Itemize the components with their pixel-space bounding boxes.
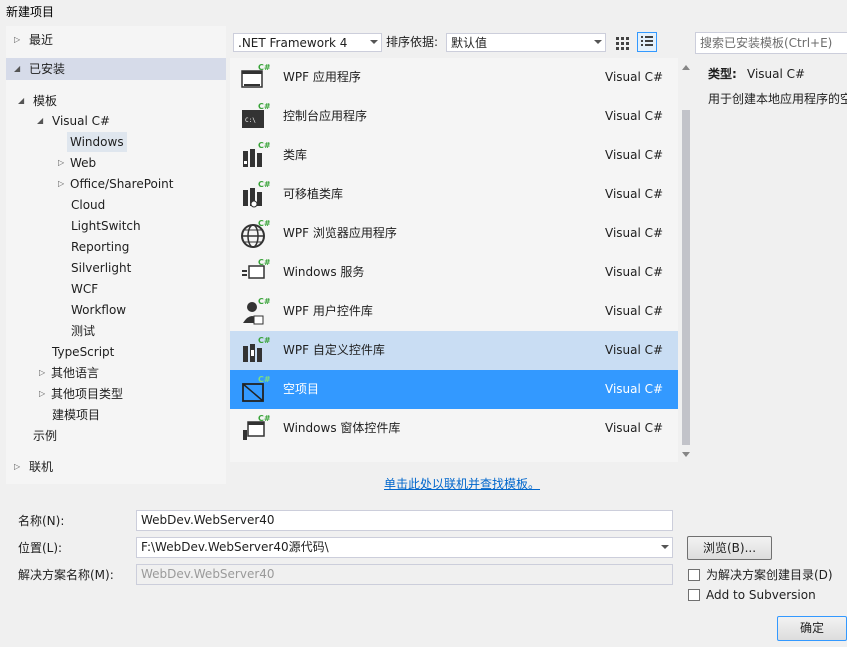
title-bar: 新建项目 [0, 0, 847, 22]
template-name: WPF 用户控件库 [283, 304, 373, 318]
template-language: Visual C# [605, 421, 664, 435]
template-language: Visual C# [605, 304, 664, 318]
template-row-class-library[interactable]: C# 类库 Visual C# [230, 136, 678, 175]
template-name: Windows 窗体控件库 [283, 421, 401, 435]
template-language: Visual C# [605, 187, 664, 201]
sort-select[interactable]: 默认值 [446, 33, 606, 52]
details-type-label: 类型: [708, 67, 737, 81]
expand-arrow-icon[interactable]: ▷ [39, 384, 49, 404]
svg-text:C#: C# [258, 219, 270, 228]
location-label: 位置(L): [18, 541, 63, 555]
template-language: Visual C# [605, 148, 664, 162]
location-select[interactable]: F:\WebDev.WebServer40源代码\ [136, 537, 673, 558]
name-label: 名称(N): [18, 514, 65, 528]
sort-label: 排序依据: [386, 35, 439, 49]
small-icons-view-button[interactable] [612, 32, 632, 52]
svg-text:C#: C# [258, 375, 270, 384]
details-description: 用于创建本地应用程序的空 [708, 92, 847, 106]
chevron-down-icon [370, 40, 378, 44]
chevron-down-icon [594, 40, 602, 44]
svg-text:C#: C# [258, 336, 270, 345]
template-language: Visual C# [605, 226, 664, 240]
expand-arrow-icon[interactable]: ▷ [58, 174, 68, 194]
svg-text:C#: C# [258, 102, 270, 111]
template-language: Visual C# [605, 382, 664, 396]
add-to-subversion-label: Add to Subversion [706, 588, 816, 602]
chevron-down-icon [661, 545, 669, 549]
scroll-down-icon[interactable] [682, 452, 690, 457]
collapse-arrow-icon[interactable]: ◢ [14, 59, 24, 79]
template-row-wpf-custom-control[interactable]: C# WPF 自定义控件库 Visual C# [230, 331, 678, 370]
svg-text:C#: C# [258, 258, 270, 267]
svg-text:C#: C# [258, 141, 270, 150]
window-title: 新建项目 [6, 5, 55, 19]
svg-text:C:\: C:\ [245, 117, 256, 124]
solution-name-label: 解决方案名称(M): [18, 568, 114, 582]
add-to-subversion-checkbox[interactable] [688, 589, 700, 601]
forms-control-icon: C# [243, 414, 270, 440]
empty-project-icon: C# [242, 375, 270, 402]
scroll-up-icon[interactable] [682, 65, 690, 70]
grid-view-icon [616, 37, 629, 50]
console-app-icon: C:\ C# [242, 102, 270, 128]
template-name: 可移植类库 [283, 187, 344, 201]
template-row-forms-control-library[interactable]: C# Windows 窗体控件库 Visual C# [230, 409, 678, 448]
framework-select[interactable]: .NET Framework 4 [233, 33, 382, 52]
template-row-console-app[interactable]: C:\ C# 控制台应用程序 Visual C# [230, 97, 678, 136]
template-language: Visual C# [605, 265, 664, 279]
windows-service-icon: C# [242, 258, 270, 279]
template-name: 类库 [283, 148, 308, 162]
template-row-wpf-app[interactable]: C# WPF 应用程序 Visual C# [230, 58, 678, 97]
expand-arrow-icon[interactable]: ▷ [58, 153, 68, 173]
collapse-arrow-icon[interactable]: ◢ [18, 91, 28, 111]
create-directory-checkbox[interactable] [688, 569, 700, 581]
template-name: WPF 应用程序 [283, 70, 361, 84]
class-library-icon: C# [243, 141, 270, 167]
solution-name-input[interactable]: WebDev.WebServer40 [136, 564, 673, 585]
portable-library-icon: C# [243, 180, 270, 208]
template-row-wpf-browser-app[interactable]: C# WPF 浏览器应用程序 Visual C# [230, 214, 678, 253]
template-name: 空项目 [283, 382, 320, 396]
project-name-input[interactable]: WebDev.WebServer40 [136, 510, 673, 531]
list-view-button[interactable] [637, 32, 657, 52]
globe-icon: C# [241, 219, 270, 248]
template-name: 控制台应用程序 [283, 109, 368, 123]
scrollbar-thumb[interactable] [682, 110, 690, 445]
svg-text:C#: C# [258, 414, 270, 423]
expand-arrow-icon[interactable]: ▷ [39, 363, 49, 383]
svg-text:C#: C# [258, 63, 270, 72]
user-control-icon: C# [243, 297, 270, 325]
template-language: Visual C# [605, 70, 664, 84]
template-row-portable-library[interactable]: C# 可移植类库 Visual C# [230, 175, 678, 214]
browse-button[interactable]: 浏览(B)... [687, 536, 772, 560]
ok-button[interactable]: 确定 [777, 616, 847, 641]
find-templates-online-link[interactable]: 单击此处以联机并查找模板。 [384, 476, 540, 492]
details-type-value: Visual C# [747, 67, 806, 81]
create-directory-label: 为解决方案创建目录(D) [706, 568, 833, 582]
svg-text:C#: C# [258, 297, 270, 306]
template-name: Windows 服务 [283, 265, 365, 279]
svg-text:C#: C# [258, 180, 270, 189]
list-view-icon [641, 36, 653, 46]
template-row-empty-project[interactable]: C# 空项目 Visual C# [230, 370, 678, 409]
template-name: WPF 自定义控件库 [283, 343, 385, 357]
search-placeholder: 搜索已安装模板(Ctrl+E) [700, 36, 833, 50]
custom-control-icon: C# [243, 336, 270, 362]
search-input[interactable]: 搜索已安装模板(Ctrl+E) [695, 32, 847, 54]
template-language: Visual C# [605, 109, 664, 123]
template-row-wpf-user-control[interactable]: C# WPF 用户控件库 Visual C# [230, 292, 678, 331]
collapse-arrow-icon[interactable]: ◢ [37, 111, 47, 131]
wpf-app-icon: C# [241, 63, 270, 88]
expand-arrow-icon[interactable]: ▷ [14, 457, 24, 477]
expand-arrow-icon[interactable]: ▷ [14, 30, 24, 50]
template-language: Visual C# [605, 343, 664, 357]
template-name: WPF 浏览器应用程序 [283, 226, 397, 240]
template-row-windows-service[interactable]: C# Windows 服务 Visual C# [230, 253, 678, 292]
